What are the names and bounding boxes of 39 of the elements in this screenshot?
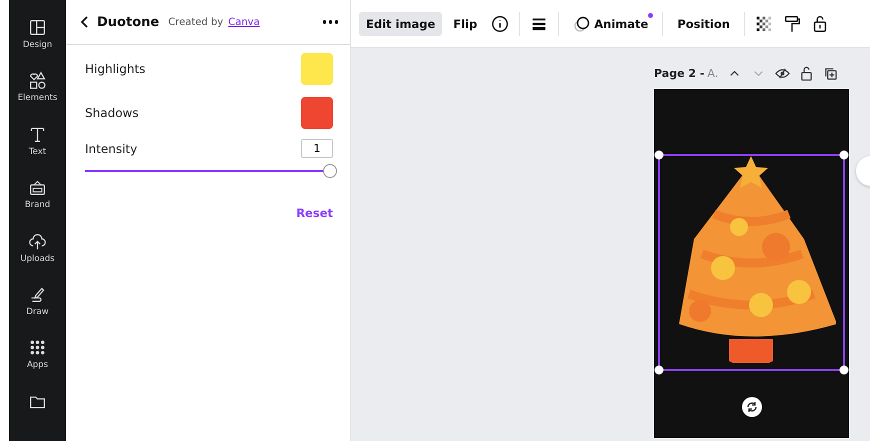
sidebar-item[interactable]: Apps [9, 334, 66, 388]
sidebar-item[interactable]: Design [9, 14, 66, 68]
selection-frame[interactable] [654, 150, 849, 375]
toolbar-button[interactable]: Edit image [359, 12, 442, 36]
sidebar-item[interactable]: Text [9, 120, 66, 174]
slider-thumb[interactable] [323, 164, 337, 178]
toolbar-button[interactable]: Position [670, 12, 737, 36]
duplicate-icon[interactable] [823, 66, 838, 81]
transparency-icon [754, 14, 774, 34]
layout-icon [28, 18, 47, 37]
eye-icon[interactable] [775, 66, 790, 81]
page-label: Page 2 - [654, 67, 704, 80]
more-button[interactable] [322, 20, 338, 24]
sidebar-item[interactable]: Uploads [9, 228, 66, 281]
color-swatch[interactable] [301, 97, 333, 129]
intensity-input[interactable]: 1 [301, 139, 333, 158]
info-icon [490, 14, 510, 34]
animate-icon [573, 14, 592, 32]
sidebar-item[interactable]: Elements [9, 67, 66, 121]
panel-title: Duotone [97, 14, 160, 30]
sidebar-item[interactable]: Brand [9, 174, 66, 228]
cloud-upload-icon [28, 232, 47, 250]
color-swatch[interactable] [301, 53, 333, 85]
color-label: Shadows [85, 106, 139, 120]
grid-icon [28, 338, 47, 358]
intensity-label: Intensity [85, 142, 138, 156]
rotate-icon[interactable] [742, 397, 762, 417]
design-page[interactable] [654, 89, 849, 438]
reset-button[interactable]: Reset [296, 206, 333, 220]
lock-icon[interactable] [799, 66, 814, 81]
toolbar-button[interactable]: Animate [566, 10, 656, 38]
color-label: Highlights [85, 62, 146, 76]
toolbar-button[interactable]: Flip [446, 12, 484, 36]
shapes-icon [28, 71, 47, 90]
briefcase-icon [28, 178, 47, 198]
intensity-slider[interactable] [85, 164, 335, 178]
credit-text: Created by [168, 16, 224, 28]
sidebar-item[interactable]: Draw [9, 280, 66, 334]
author-link[interactable]: Canva [228, 16, 260, 28]
